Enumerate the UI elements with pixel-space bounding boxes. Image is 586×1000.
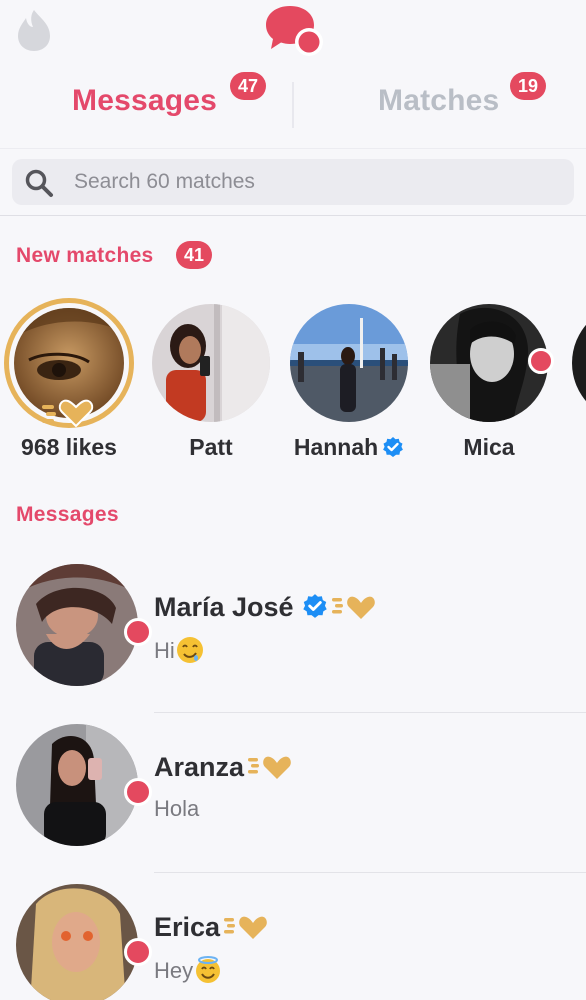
match-avatar (572, 304, 586, 422)
messages-section-title: Messages (16, 503, 119, 526)
tab-matches[interactable]: Matches (378, 84, 499, 118)
messages-count-badge: 47 (230, 72, 267, 100)
match-name-text: Hannah (293, 434, 379, 460)
flame-icon[interactable] (14, 8, 54, 52)
new-matches-carousel[interactable]: 968 likes Patt Hannah Mica (0, 298, 586, 473)
new-match-card[interactable]: Mica (424, 298, 554, 473)
message-avatar (16, 724, 138, 846)
new-match-card[interactable]: Hannah (284, 298, 414, 473)
chat-bubbles-icon[interactable] (262, 4, 326, 56)
new-match-card[interactable]: Patt (146, 298, 276, 473)
tab-bar: Messages 47 Matches 19 (0, 64, 586, 148)
row-separator (154, 872, 586, 873)
message-row[interactable]: Erica Hey (0, 884, 586, 1000)
smiling-face-with-halo-emoji-icon (196, 956, 221, 983)
contact-name-text: Aranza (154, 752, 245, 782)
matches-count-badge: 19 (510, 72, 547, 100)
super-like-icon (224, 916, 267, 939)
verified-badge-icon (302, 594, 327, 618)
row-separator (154, 712, 586, 713)
unread-dot (124, 778, 152, 806)
super-like-icon (331, 596, 375, 619)
new-matches-title: New matches (16, 244, 154, 267)
message-preview: Hola (154, 796, 200, 821)
match-avatar (152, 304, 270, 422)
search-icon (25, 169, 53, 197)
message-preview-text: Hey (154, 958, 194, 983)
drooling-face-emoji-icon (176, 637, 203, 663)
message-avatar (16, 564, 138, 686)
message-preview: Hi (154, 636, 204, 664)
match-name: Mica (463, 434, 515, 460)
unread-dot (124, 618, 152, 646)
super-like-heart-icon (42, 399, 94, 428)
new-matches-count-badge: 41 (176, 241, 213, 269)
contact-name-text: Erica (154, 912, 221, 942)
top-bar (0, 0, 586, 64)
message-contact-name: María José (154, 592, 378, 623)
new-match-card[interactable] (566, 298, 586, 473)
unread-dot (528, 348, 554, 374)
verified-badge-icon (383, 437, 404, 457)
tab-messages[interactable]: Messages (72, 84, 217, 118)
match-name: Patt (189, 434, 233, 460)
message-avatar (16, 884, 138, 1000)
message-preview: Hey (154, 956, 222, 984)
search-box[interactable] (12, 159, 574, 205)
search-bar (0, 148, 586, 216)
search-input[interactable] (74, 167, 554, 197)
unread-dot (124, 938, 152, 966)
contact-name-text: María José (154, 592, 294, 622)
message-contact-name: Aranza (154, 752, 294, 783)
message-contact-name: Erica (154, 912, 270, 943)
tab-divider (292, 82, 294, 128)
message-preview-text: Hi (154, 638, 175, 663)
match-avatar (290, 304, 408, 422)
likes-card[interactable]: 968 likes (4, 298, 134, 473)
super-like-icon (248, 756, 291, 779)
likes-count-label: 968 likes (21, 434, 117, 460)
message-row[interactable]: María José Hi (0, 564, 586, 724)
match-name: Hannah (274, 434, 424, 461)
message-row[interactable]: Aranza Hola (0, 724, 586, 884)
